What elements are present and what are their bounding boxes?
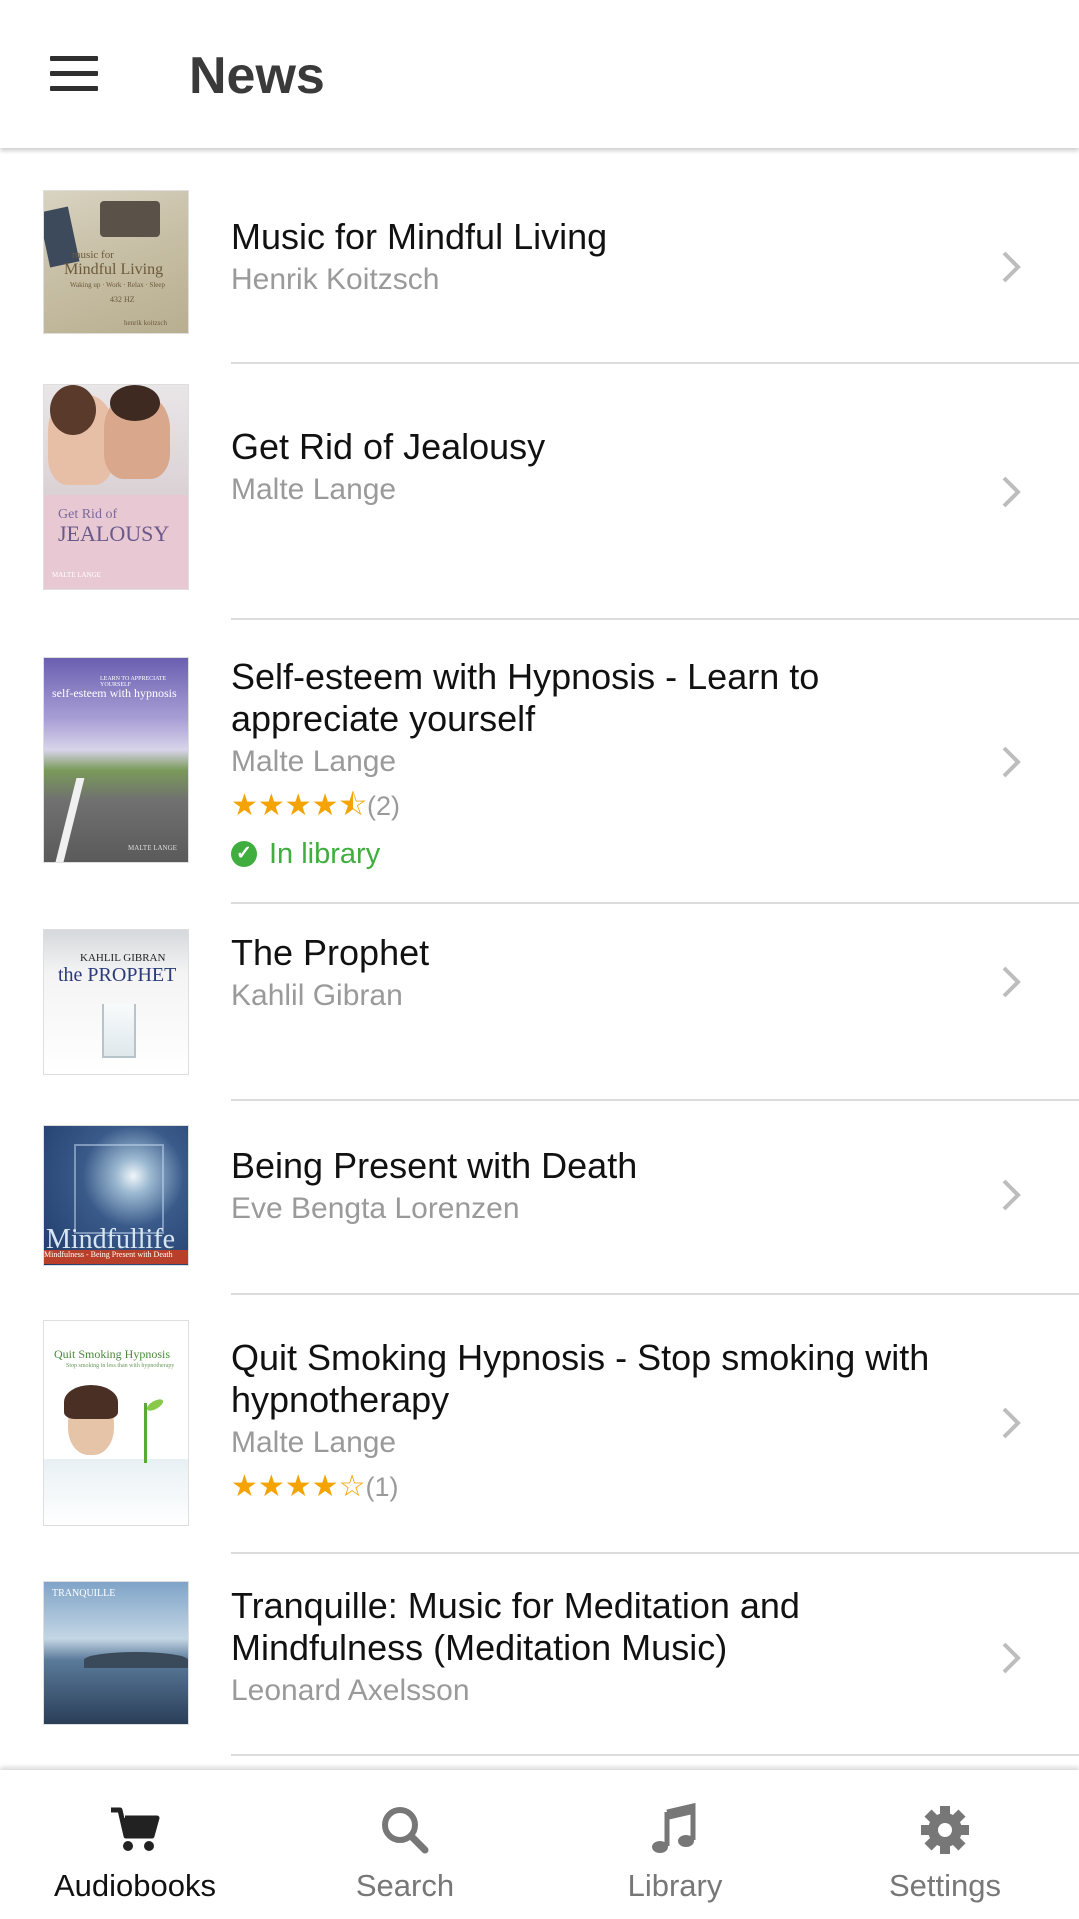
tab-library[interactable]: Library — [540, 1770, 810, 1919]
list-item[interactable]: LEARN TO APPRECIATE YOURSELF self-esteem… — [0, 620, 1079, 904]
item-author: Malte Lange — [231, 473, 397, 506]
chevron-right-icon — [1002, 1642, 1021, 1674]
rating-stars: ★★★★☆(1) — [231, 1470, 399, 1503]
rating-stars: ★★★★⯪(2) — [231, 789, 400, 822]
rating-count: (2) — [367, 791, 400, 821]
in-library-badge: ✓ In library — [231, 834, 971, 874]
rating-count: (1) — [365, 1472, 399, 1502]
item-title: Music for Mindful Living — [231, 216, 608, 257]
list-item[interactable]: Mindfullife Mindfulness - Being Present … — [0, 1101, 1079, 1295]
item-title: Tranquille: Music for Meditation and Min… — [231, 1585, 800, 1668]
audiobook-list[interactable]: music for Mindful Living Waking up · Wor… — [0, 150, 1079, 1770]
check-circle-icon: ✓ — [231, 841, 257, 867]
item-author: Eve Bengta Lorenzen — [231, 1192, 520, 1225]
cover-image: LEARN TO APPRECIATE YOURSELF self-esteem… — [43, 657, 189, 863]
chevron-right-icon — [1002, 746, 1021, 778]
tab-audiobooks[interactable]: Audiobooks — [0, 1770, 270, 1919]
item-title: Self-esteem with Hypnosis - Learn to app… — [231, 656, 820, 739]
cover-image: KAHLIL GIBRAN the PROPHET — [43, 929, 189, 1075]
item-author: Malte Lange — [231, 1426, 397, 1459]
chevron-right-icon — [1002, 1407, 1021, 1439]
list-item[interactable]: Get Rid of JEALOUSY MALTE LANGE Get Rid … — [0, 364, 1079, 620]
search-icon — [382, 1807, 429, 1854]
chevron-right-icon — [1002, 251, 1021, 283]
tab-label: Library — [627, 1868, 723, 1903]
item-title: Get Rid of Jealousy — [231, 426, 546, 467]
bottom-tab-bar: Audiobooks Search Library Settings — [0, 1770, 1079, 1919]
cart-icon — [111, 1807, 160, 1851]
divider — [231, 1754, 1079, 1756]
cover-image: TRANQUILLE — [43, 1581, 189, 1725]
cover-image: Mindfullife Mindfulness - Being Present … — [43, 1125, 189, 1266]
list-item[interactable]: KAHLIL GIBRAN the PROPHET The Prophet Ka… — [0, 904, 1079, 1101]
tab-label: Settings — [888, 1868, 1001, 1903]
item-author: Kahlil Gibran — [231, 979, 403, 1012]
page-title: News — [189, 47, 325, 105]
cover-image: music for Mindful Living Waking up · Wor… — [43, 190, 189, 334]
item-title: Being Present with Death — [231, 1145, 638, 1186]
item-author: Leonard Axelsson — [231, 1674, 470, 1707]
item-author: Malte Lange — [231, 745, 397, 778]
chevron-right-icon — [1002, 966, 1021, 998]
hamburger-menu-icon[interactable] — [38, 48, 110, 100]
tab-label: Audiobooks — [53, 1868, 216, 1903]
item-author: Henrik Koitzsch — [231, 263, 440, 296]
item-title: The Prophet — [231, 932, 430, 973]
item-title: Quit Smoking Hypnosis - Stop smoking wit… — [231, 1337, 930, 1420]
cover-image: Quit Smoking Hypnosis Stop smoking in le… — [43, 1320, 189, 1526]
top-app-bar: News — [0, 0, 1079, 148]
list-item[interactable]: music for Mindful Living Waking up · Wor… — [0, 150, 1079, 364]
tab-label: Search — [355, 1868, 455, 1903]
gear-icon — [921, 1806, 969, 1854]
tab-search[interactable]: Search — [270, 1770, 540, 1919]
tab-settings[interactable]: Settings — [810, 1770, 1079, 1919]
chevron-right-icon — [1002, 1179, 1021, 1211]
list-item[interactable]: TRANQUILLE Tranquille: Music for Meditat… — [0, 1554, 1079, 1756]
chevron-right-icon — [1002, 476, 1021, 508]
cover-image: Get Rid of JEALOUSY MALTE LANGE — [43, 384, 189, 590]
music-note-icon — [652, 1802, 696, 1853]
list-item[interactable]: Quit Smoking Hypnosis Stop smoking in le… — [0, 1295, 1079, 1554]
